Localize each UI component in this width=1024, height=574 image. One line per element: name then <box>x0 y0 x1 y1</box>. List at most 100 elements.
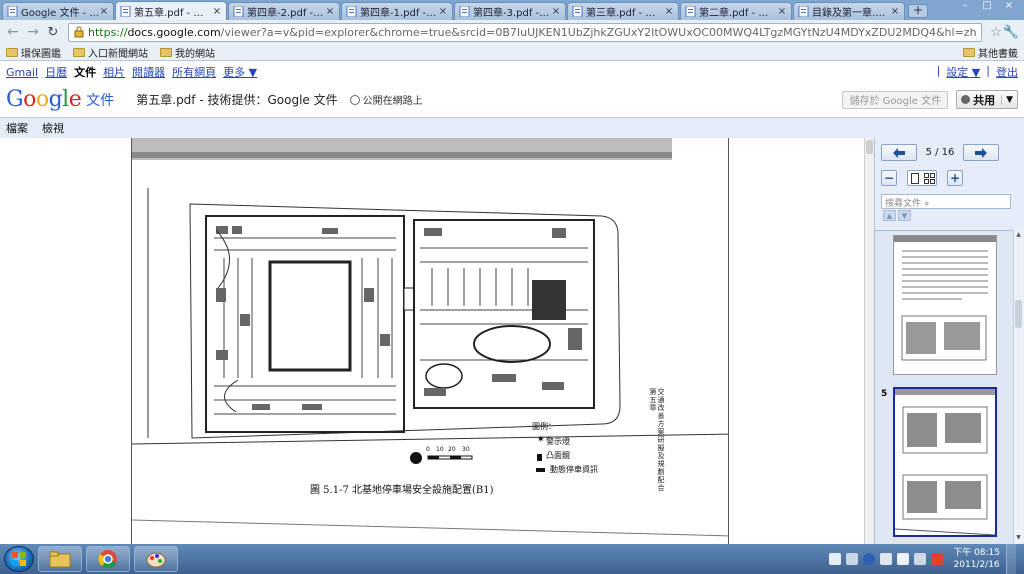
document-title: 第五章.pdf - 技術提供：Google 文件 <box>136 93 338 107</box>
settings-link[interactable]: 設定 ▼ <box>946 64 980 80</box>
scale-label: 0 <box>426 446 430 453</box>
help-icon[interactable] <box>863 553 876 565</box>
divider: | <box>936 64 941 77</box>
thumbnail-scrollbar[interactable]: ▲ ▼ <box>1013 230 1023 544</box>
tab-chapter4-2-pdf[interactable]: 第四章-2.pdf - ... × <box>228 2 340 20</box>
explorer-taskbar-button[interactable] <box>38 546 82 572</box>
page-indicator: 5 / 16 <box>925 147 955 158</box>
tab-close-icon[interactable]: × <box>777 6 787 17</box>
other-bookmarks[interactable]: 其他書籤 <box>963 45 1018 60</box>
pdf-viewer[interactable]: ✷ 圖例： 警示燈 凸面鏡 動態停車資訊 0 10 20 30 第五章 交通改善… <box>0 138 864 544</box>
scale-label: 20 <box>448 446 456 453</box>
minimize-button[interactable]: – <box>954 0 976 14</box>
google-logo[interactable]: Google <box>6 87 82 112</box>
scrollbar-thumb[interactable] <box>866 140 873 154</box>
maximize-button[interactable]: □ <box>976 0 998 14</box>
tab-close-icon[interactable]: × <box>438 6 448 17</box>
scrollbar-thumb[interactable] <box>1015 300 1022 328</box>
search-down-icon[interactable]: ▼ <box>898 210 911 221</box>
tab-chapter4-3-pdf[interactable]: 第四章-3.pdf - ... × <box>454 2 566 20</box>
bookmark-label: 其他書籤 <box>978 48 1018 60</box>
tab-close-icon[interactable]: × <box>212 6 222 17</box>
single-page-icon[interactable] <box>908 171 922 185</box>
tray-app-icon[interactable] <box>829 553 842 565</box>
tab-close-icon[interactable]: × <box>890 6 900 17</box>
volume-icon[interactable] <box>914 553 927 565</box>
tab-label: 第二章.pdf - 技... <box>699 8 777 19</box>
zoom-in-button[interactable]: + <box>947 170 963 186</box>
page-thumbnail-selected[interactable] <box>893 387 997 537</box>
scale-label: 30 <box>462 446 470 453</box>
docs-product-name: 文件 <box>86 92 115 109</box>
menu-view[interactable]: 檢視 <box>42 120 64 136</box>
taskbar-clock[interactable]: 下午 08:15 2011/2/16 <box>953 547 1000 571</box>
start-button[interactable] <box>4 546 34 572</box>
search-document-input[interactable]: 搜尋文件 » <box>881 194 1011 209</box>
tab-close-icon[interactable]: × <box>99 6 109 17</box>
gbar-link-docs[interactable]: 文件 <box>74 64 96 80</box>
gbar-link-more[interactable]: 更多 ▼ <box>223 64 257 80</box>
bookmark-star-icon[interactable]: ☆ <box>990 25 1002 40</box>
chevron-down-icon[interactable]: ▼ <box>1001 94 1013 105</box>
tab-toc-chapter1-pdf[interactable]: 目錄及第一章.p... × <box>793 2 905 20</box>
keyboard-icon[interactable] <box>846 553 859 565</box>
scroll-down-icon[interactable]: ▼ <box>1015 534 1022 542</box>
zoom-out-button[interactable]: − <box>881 170 897 186</box>
gbar-link-reader[interactable]: 閱讀器 <box>132 64 165 80</box>
public-status[interactable]: 公開在網路上 <box>349 92 423 107</box>
lock-icon <box>73 26 85 38</box>
previous-page-button[interactable] <box>881 144 917 161</box>
browser-window: Google 文件 - ... × 第五章.pdf - 技... × 第四章-2… <box>0 0 1024 574</box>
wrench-icon[interactable]: 🔧 <box>1002 23 1020 41</box>
tab-chapter4-1-pdf[interactable]: 第四章-1.pdf - ... × <box>341 2 453 20</box>
share-label: 共用 <box>973 93 996 107</box>
tab-chapter3-pdf[interactable]: 第三章.pdf - 技... × <box>567 2 679 20</box>
gbar-link-calendar[interactable]: 日曆 <box>45 64 67 80</box>
bookmark-folder[interactable]: 環保圖鑑 <box>6 45 61 60</box>
show-desktop-button[interactable] <box>1006 544 1016 574</box>
new-tab-button[interactable]: + <box>908 4 928 18</box>
bookmark-label: 我的網站 <box>175 48 215 60</box>
tab-close-icon[interactable]: × <box>325 6 335 17</box>
grid-view-icon[interactable] <box>922 171 936 185</box>
docs-favicon-icon <box>120 5 131 17</box>
figure-caption: 圖 5.1-7 北基地停車場安全設施配置(B1) <box>310 485 494 496</box>
url-scheme: https:// <box>88 25 128 39</box>
share-button[interactable]: 共用 ▼ <box>956 90 1018 109</box>
bookmarks-bar: 環保圖鑑 入口新聞網站 我的網站 其他書籤 <box>0 44 1024 61</box>
chrome-taskbar-button[interactable] <box>86 546 130 572</box>
search-up-icon[interactable]: ▲ <box>883 210 896 221</box>
close-window-button[interactable]: × <box>998 0 1020 14</box>
tab-chapter5-pdf[interactable]: 第五章.pdf - 技... × <box>115 1 227 20</box>
page-thumbnail[interactable] <box>893 235 997 375</box>
bookmark-folder[interactable]: 入口新聞網站 <box>73 45 148 60</box>
forward-arrow-icon[interactable]: → <box>24 23 42 41</box>
save-to-docs-button[interactable]: 儲存於 Google 文件 <box>842 90 949 109</box>
back-arrow-icon[interactable]: ← <box>4 23 22 41</box>
tab-google-docs[interactable]: Google 文件 - ... × <box>2 2 114 20</box>
address-bar[interactable]: https://docs.google.com/viewer?a=v&pid=e… <box>68 22 983 42</box>
docs-favicon-icon <box>346 6 357 17</box>
tab-chapter2-pdf[interactable]: 第二章.pdf - 技... × <box>680 2 792 20</box>
arrow-right-icon <box>975 147 987 158</box>
menu-file[interactable]: 檔案 <box>6 120 28 136</box>
network-icon[interactable] <box>897 553 910 565</box>
sign-out-link[interactable]: 登出 <box>996 64 1018 80</box>
viewer-scrollbar[interactable] <box>864 138 874 544</box>
pdf-page: ✷ 圖例： 警示燈 凸面鏡 動態停車資訊 0 10 20 30 第五章 交通改善… <box>131 138 729 544</box>
paint-taskbar-button[interactable] <box>134 546 178 572</box>
person-icon <box>961 95 971 104</box>
reload-icon[interactable]: ↻ <box>44 23 62 41</box>
bookmark-folder[interactable]: 我的網站 <box>160 45 215 60</box>
action-center-icon[interactable] <box>931 553 944 565</box>
tab-close-icon[interactable]: × <box>551 6 561 17</box>
zoom-controls: − + <box>881 170 963 186</box>
gbar-link-gmail[interactable]: Gmail <box>6 66 38 79</box>
tab-close-icon[interactable]: × <box>664 6 674 17</box>
scroll-up-icon[interactable]: ▲ <box>1015 231 1022 239</box>
gbar-link-photos[interactable]: 相片 <box>103 64 125 80</box>
globe-icon <box>349 94 360 105</box>
next-page-button[interactable] <box>963 144 999 161</box>
tray-app-icon[interactable] <box>880 553 893 565</box>
gbar-link-web[interactable]: 所有網頁 <box>172 64 216 80</box>
